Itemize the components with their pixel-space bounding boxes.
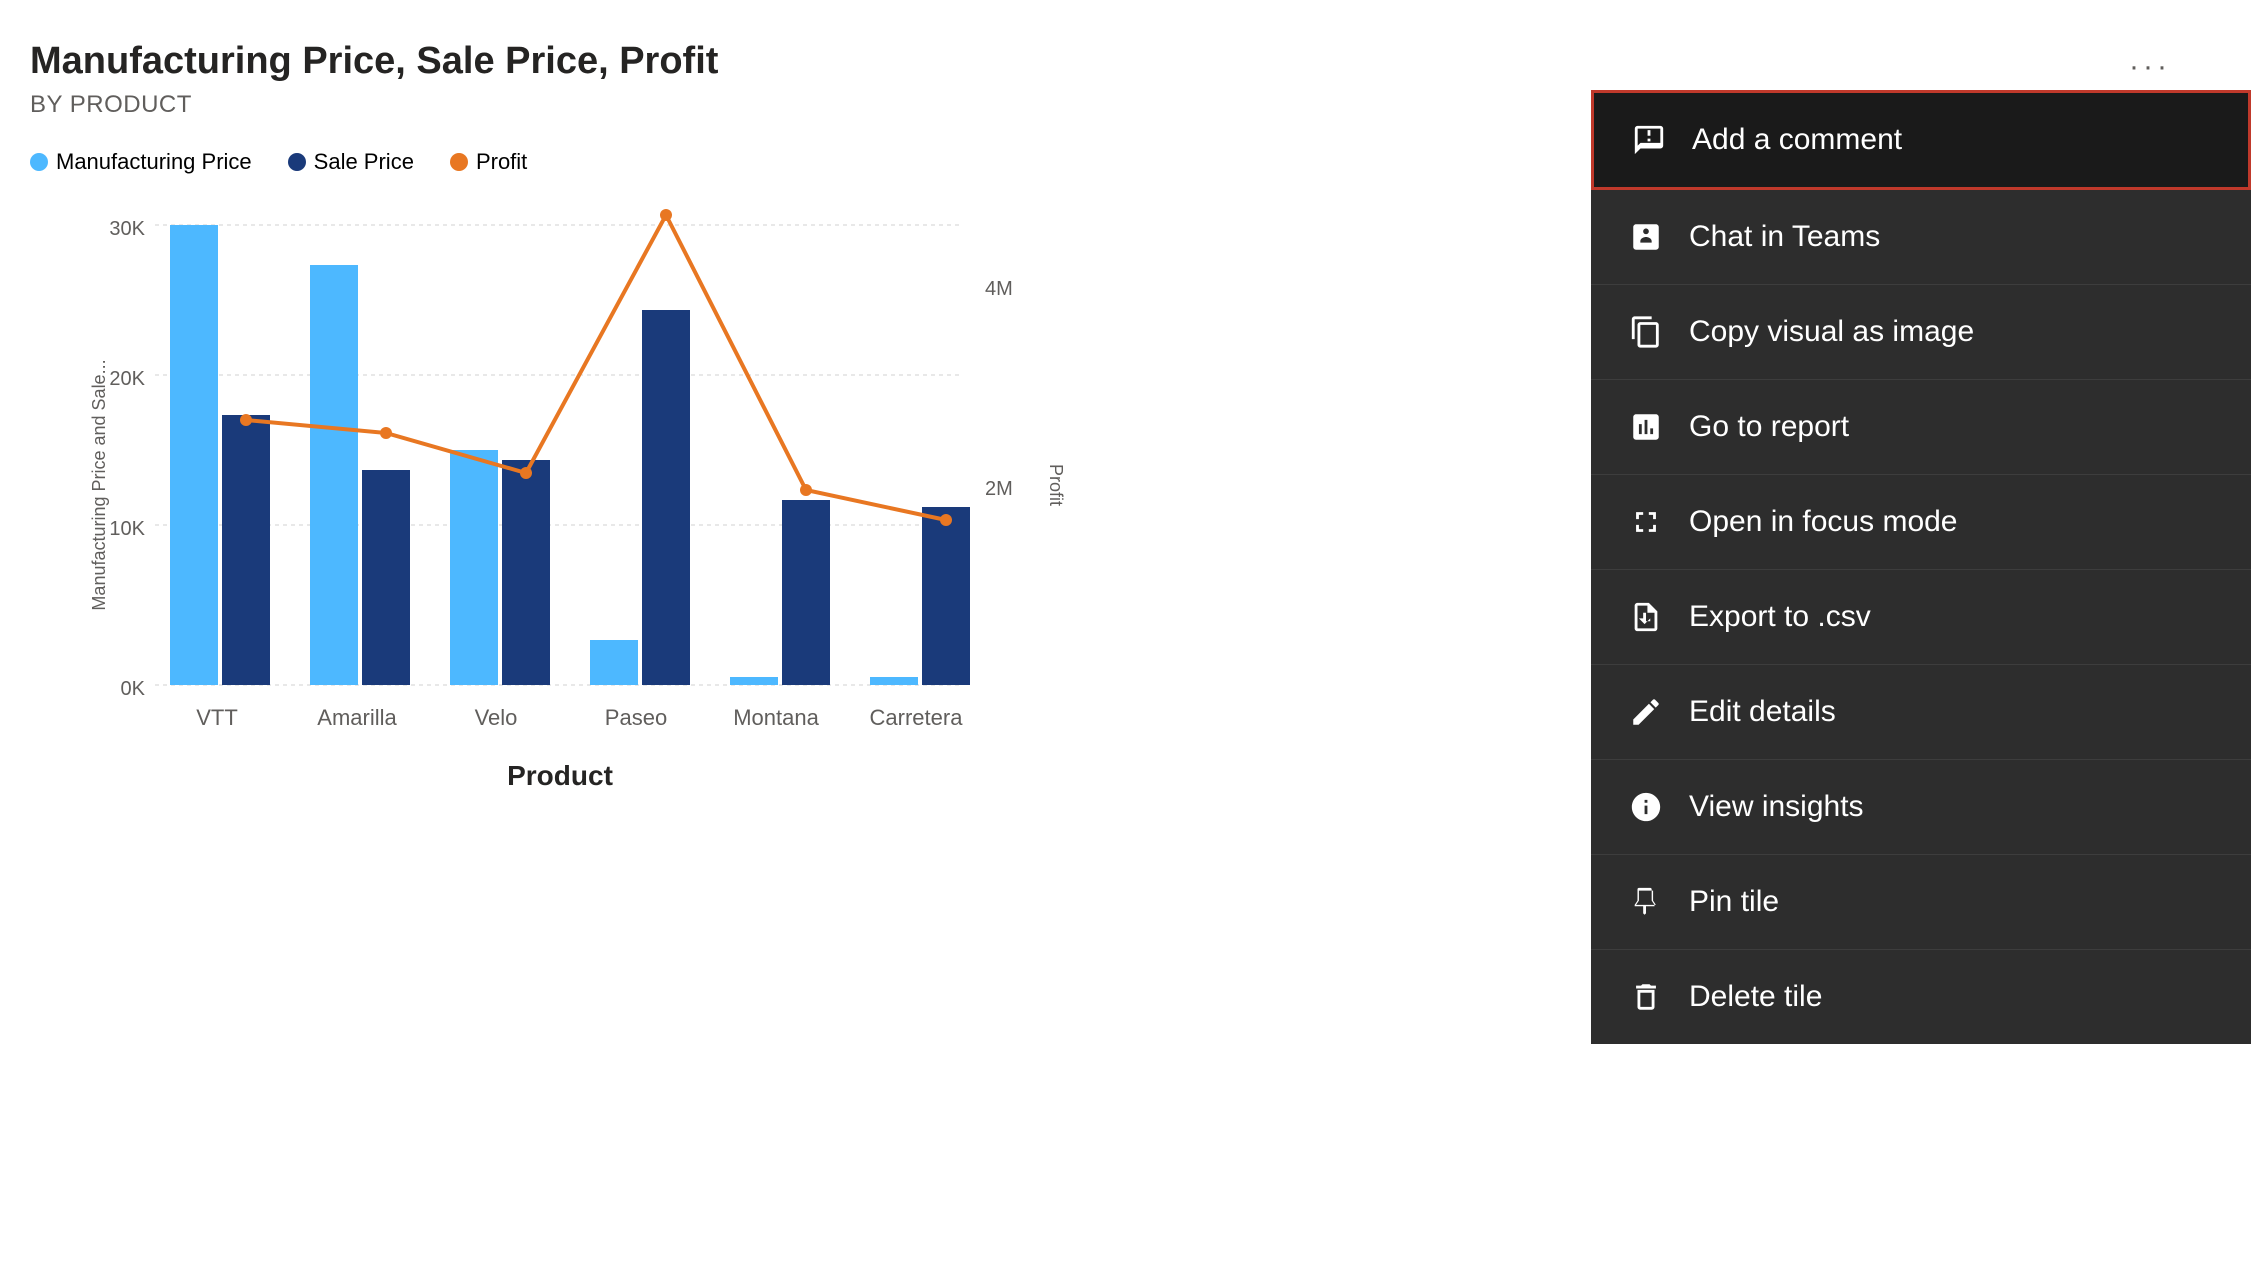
bar-velo-sale[interactable] xyxy=(502,460,550,685)
svg-text:2M: 2M xyxy=(985,478,1013,500)
bar-velo-manufacturing[interactable] xyxy=(450,450,498,685)
menu-label-pin-tile: Pin tile xyxy=(1689,885,1779,919)
menu-item-edit-details[interactable]: Edit details xyxy=(1591,665,2251,760)
bar-vtt-manufacturing[interactable] xyxy=(170,225,218,685)
menu-item-open-focus[interactable]: Open in focus mode xyxy=(1591,475,2251,570)
profit-dot-amarilla xyxy=(380,427,392,439)
svg-text:Amarilla: Amarilla xyxy=(317,705,397,730)
profit-dot-vtt xyxy=(240,414,252,426)
svg-text:Product: Product xyxy=(507,760,613,791)
menu-label-open-focus: Open in focus mode xyxy=(1689,505,1958,539)
menu-label-view-insights: View insights xyxy=(1689,790,1864,824)
chart-container: Manufacturing Price, Sale Price, Profit … xyxy=(0,0,1060,1270)
svg-text:0K: 0K xyxy=(121,678,146,700)
context-menu: Add a comment Chat in Teams Copy visual … xyxy=(1591,90,2251,1044)
svg-text:4M: 4M xyxy=(985,278,1013,300)
menu-item-go-to-report[interactable]: Go to report xyxy=(1591,380,2251,475)
bar-vtt-sale[interactable] xyxy=(222,415,270,685)
delete-icon xyxy=(1627,978,1665,1016)
legend-dot-sale xyxy=(288,153,306,171)
menu-item-view-insights[interactable]: View insights xyxy=(1591,760,2251,855)
chart-subtitle: BY PRODUCT xyxy=(30,91,1030,119)
profit-dot-velo xyxy=(520,467,532,479)
profit-dot-paseo xyxy=(660,209,672,221)
legend-manufacturing: Manufacturing Price xyxy=(30,149,252,175)
teams-icon xyxy=(1627,218,1665,256)
chart-legend: Manufacturing Price Sale Price Profit xyxy=(30,149,1030,175)
menu-label-copy-visual: Copy visual as image xyxy=(1689,315,1974,349)
menu-label-go-to-report: Go to report xyxy=(1689,410,1849,444)
pin-icon xyxy=(1627,883,1665,921)
menu-item-delete-tile[interactable]: Delete tile xyxy=(1591,950,2251,1044)
edit-icon xyxy=(1627,693,1665,731)
svg-text:Velo: Velo xyxy=(475,705,518,730)
svg-text:30K: 30K xyxy=(109,218,145,240)
legend-sale: Sale Price xyxy=(288,149,414,175)
svg-text:Profit: Profit xyxy=(1046,464,1066,506)
legend-label-sale: Sale Price xyxy=(314,149,414,175)
insights-icon xyxy=(1627,788,1665,826)
focus-icon xyxy=(1627,503,1665,541)
more-options-button[interactable]: ··· xyxy=(2129,50,2171,84)
export-icon xyxy=(1627,598,1665,636)
profit-dot-carretera xyxy=(940,514,952,526)
menu-item-chat-teams[interactable]: Chat in Teams xyxy=(1591,190,2251,285)
menu-label-chat-teams: Chat in Teams xyxy=(1689,220,1880,254)
menu-label-edit-details: Edit details xyxy=(1689,695,1836,729)
bar-paseo-sale[interactable] xyxy=(642,310,690,685)
menu-item-pin-tile[interactable]: Pin tile xyxy=(1591,855,2251,950)
svg-text:20K: 20K xyxy=(109,368,145,390)
svg-text:VTT: VTT xyxy=(196,705,238,730)
profit-dot-montana xyxy=(800,484,812,496)
bar-carretera-manufacturing[interactable] xyxy=(870,677,918,685)
bar-carretera-sale[interactable] xyxy=(922,507,970,685)
legend-label-manufacturing: Manufacturing Price xyxy=(56,149,252,175)
report-icon xyxy=(1627,408,1665,446)
menu-item-add-comment[interactable]: Add a comment xyxy=(1591,90,2251,190)
bar-amarilla-sale[interactable] xyxy=(362,470,410,685)
bar-amarilla-manufacturing[interactable] xyxy=(310,265,358,685)
svg-text:Carretera: Carretera xyxy=(870,705,964,730)
bar-montana-manufacturing[interactable] xyxy=(730,677,778,685)
menu-label-add-comment: Add a comment xyxy=(1692,123,1902,157)
menu-label-export-csv: Export to .csv xyxy=(1689,600,1871,634)
copy-icon xyxy=(1627,313,1665,351)
svg-text:Montana: Montana xyxy=(733,705,819,730)
comment-icon xyxy=(1630,121,1668,159)
legend-dot-profit xyxy=(450,153,468,171)
menu-label-delete-tile: Delete tile xyxy=(1689,980,1822,1014)
chart-title: Manufacturing Price, Sale Price, Profit xyxy=(30,40,1030,83)
menu-item-export-csv[interactable]: Export to .csv xyxy=(1591,570,2251,665)
svg-text:Manufacturing Price and Sale..: Manufacturing Price and Sale... xyxy=(90,359,109,610)
bar-paseo-manufacturing[interactable] xyxy=(590,640,638,685)
menu-item-copy-visual[interactable]: Copy visual as image xyxy=(1591,285,2251,380)
svg-text:Paseo: Paseo xyxy=(605,705,667,730)
chart-svg: 30K 20K 10K 0K 4M 2M Manufacturing Price… xyxy=(90,205,1070,925)
svg-text:10K: 10K xyxy=(109,518,145,540)
legend-dot-manufacturing xyxy=(30,153,48,171)
legend-profit: Profit xyxy=(450,149,527,175)
bar-montana-sale[interactable] xyxy=(782,500,830,685)
legend-label-profit: Profit xyxy=(476,149,527,175)
